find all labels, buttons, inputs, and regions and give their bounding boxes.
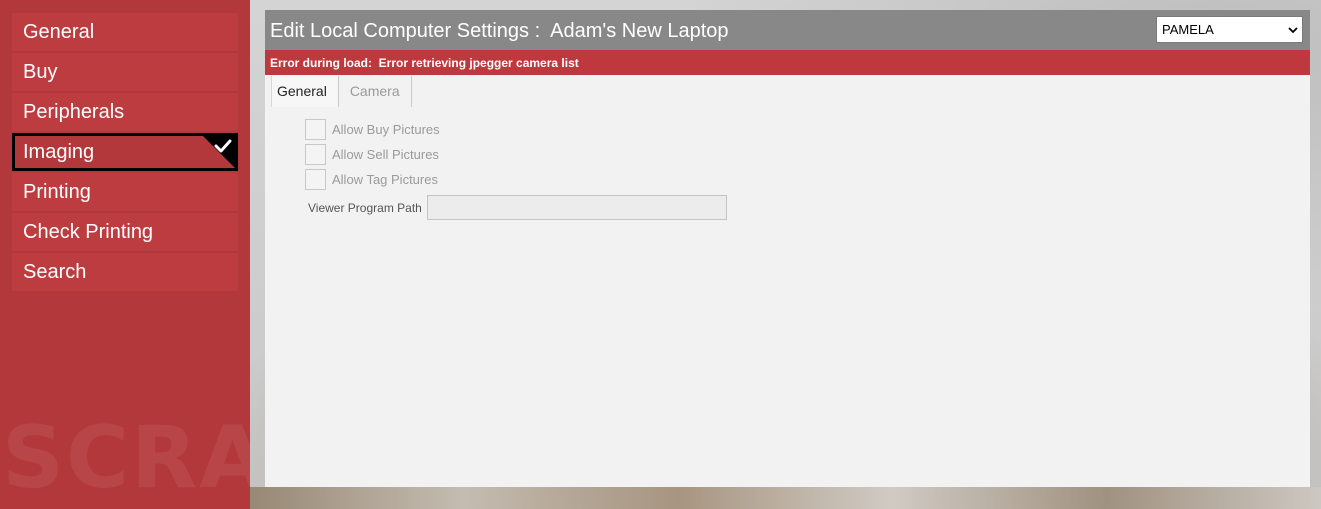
sidebar-nav: General Buy Peripherals Imaging Printing…	[12, 13, 238, 293]
tab-bar: General Camera	[271, 76, 412, 107]
viewer-path-input[interactable]	[426, 195, 727, 220]
allow-buy-pictures-label: Allow Buy Pictures	[332, 122, 440, 137]
sidebar-item-peripherals[interactable]: Peripherals	[12, 93, 238, 131]
allow-tag-pictures-label: Allow Tag Pictures	[332, 172, 438, 187]
sidebar-item-label: Search	[23, 261, 87, 283]
sidebar-item-label: General	[23, 21, 95, 43]
user-select[interactable]: PAMELA	[1156, 16, 1303, 43]
allow-buy-pictures-row: Allow Buy Pictures	[305, 117, 440, 142]
imaging-form: Allow Buy Pictures Allow Sell Pictures A…	[305, 117, 440, 192]
sidebar-item-label: Buy	[23, 61, 58, 83]
allow-sell-pictures-label: Allow Sell Pictures	[332, 147, 439, 162]
background-strip	[250, 487, 1321, 509]
tab-general[interactable]: General	[271, 76, 339, 107]
sidebar-watermark: SCRAP	[2, 408, 250, 508]
sidebar-item-label: Printing	[23, 181, 91, 203]
checkmark-icon	[202, 135, 236, 169]
allow-tag-pictures-checkbox[interactable]	[305, 169, 326, 190]
sidebar-item-label: Peripherals	[23, 101, 125, 123]
allow-buy-pictures-checkbox[interactable]	[305, 119, 326, 140]
page-title: Edit Local Computer Settings : Adam's Ne…	[270, 20, 729, 42]
sidebar-item-search[interactable]: Search	[12, 253, 238, 291]
chevron-down-icon	[1288, 27, 1298, 34]
allow-sell-pictures-checkbox[interactable]	[305, 144, 326, 165]
allow-sell-pictures-row: Allow Sell Pictures	[305, 142, 440, 167]
settings-panel: Edit Local Computer Settings : Adam's Ne…	[265, 10, 1310, 487]
error-banner: Error during load: Error retrieving jpeg…	[265, 50, 1310, 75]
tab-camera[interactable]: Camera	[339, 76, 412, 107]
sidebar-item-label: Imaging	[23, 141, 95, 163]
sidebar-item-imaging[interactable]: Imaging	[12, 133, 238, 171]
sidebar-item-buy[interactable]: Buy	[12, 53, 238, 91]
viewer-path-label: Viewer Program Path	[308, 200, 422, 215]
sidebar: SCRAP General Buy Peripherals Imaging Pr…	[0, 0, 250, 509]
sidebar-item-general[interactable]: General	[12, 13, 238, 51]
allow-tag-pictures-row: Allow Tag Pictures	[305, 167, 440, 192]
viewer-path-row: Viewer Program Path	[308, 195, 727, 220]
sidebar-item-label: Check Printing	[23, 221, 154, 243]
panel-header: Edit Local Computer Settings : Adam's Ne…	[265, 10, 1310, 50]
user-select-value: PAMELA	[1162, 22, 1214, 37]
sidebar-item-check-printing[interactable]: Check Printing	[12, 213, 238, 251]
sidebar-item-printing[interactable]: Printing	[12, 173, 238, 211]
